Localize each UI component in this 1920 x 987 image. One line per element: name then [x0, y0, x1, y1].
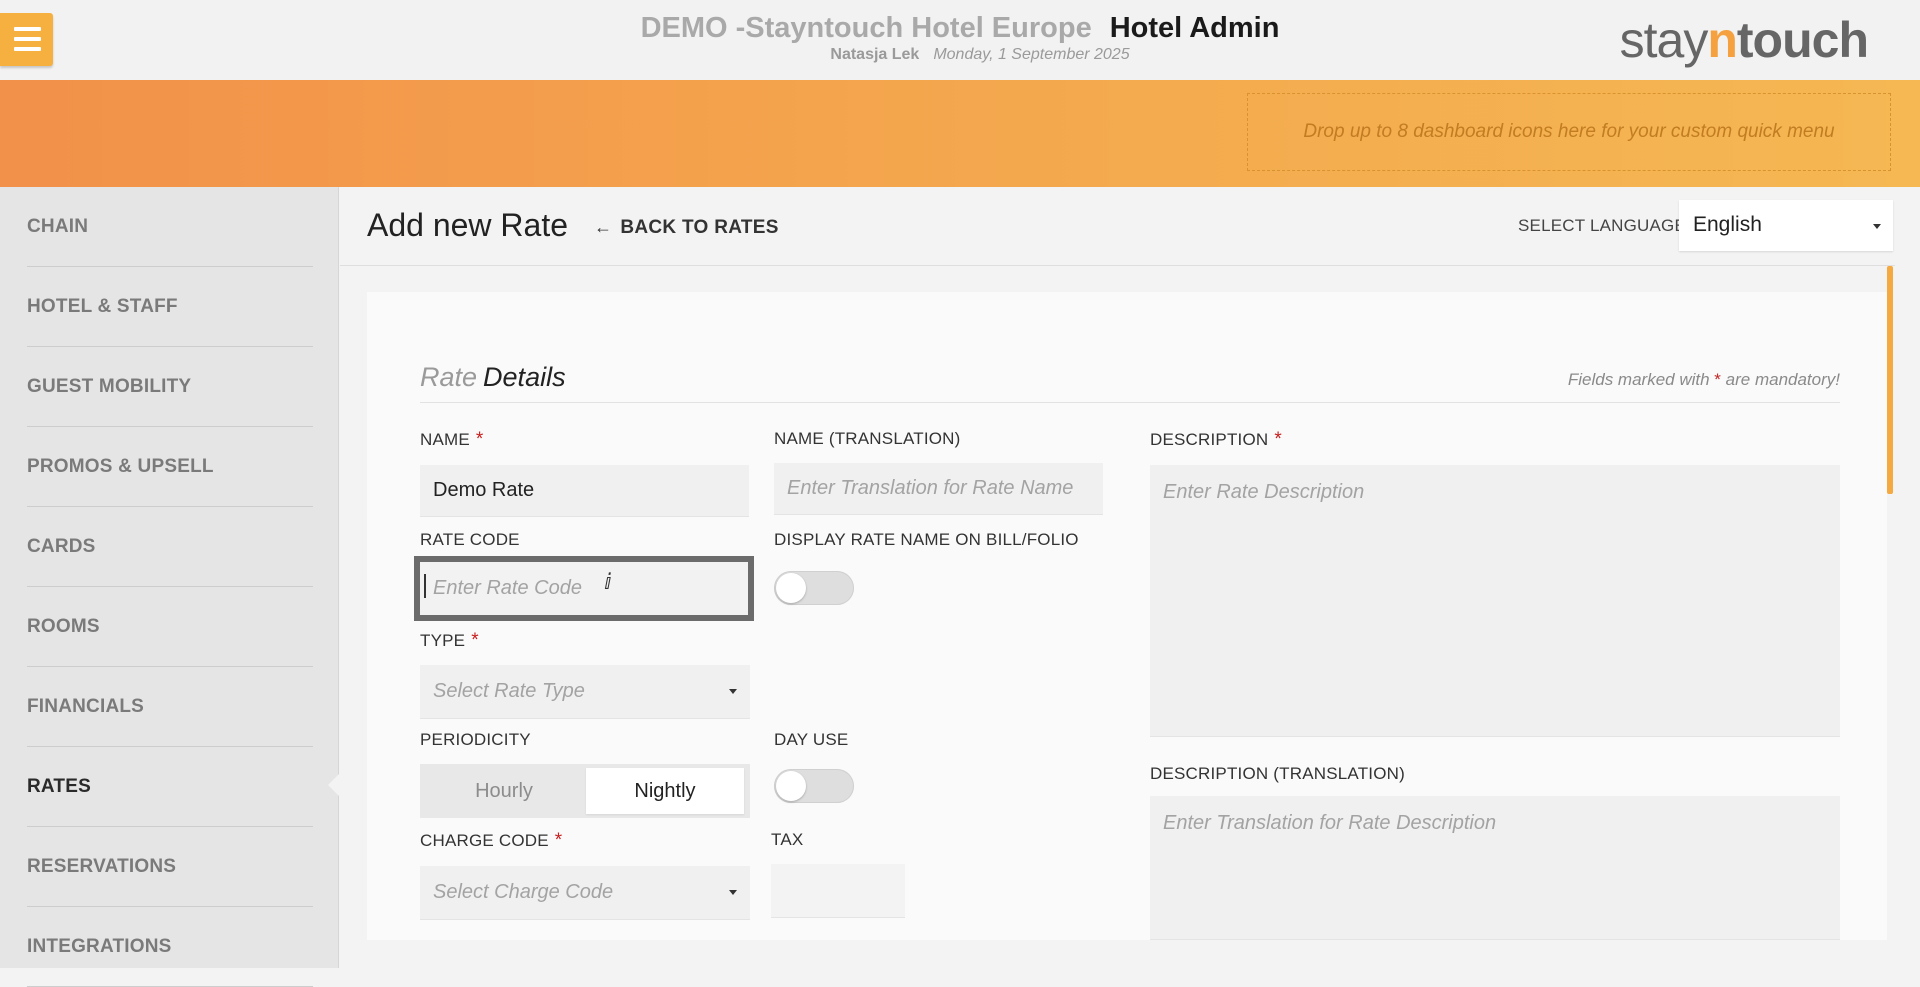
section-title: Rate Details: [420, 362, 566, 392]
sidebar-item-reservations[interactable]: RESERVATIONS: [27, 827, 313, 907]
page-header: Add new Rate ← BACK TO RATES SELECT LANGU…: [340, 187, 1895, 266]
chevron-down-icon: [1873, 224, 1881, 229]
description-translation-label: DESCRIPTION (TRANSLATION): [1150, 764, 1405, 783]
language-value: English: [1693, 213, 1762, 236]
charge-code-placeholder: Select Charge Code: [433, 881, 614, 903]
top-header: DEMO -Stayntouch Hotel Europe Hotel Admin…: [0, 0, 1920, 80]
day-use-toggle[interactable]: [774, 769, 854, 803]
rate-code-input[interactable]: Enter Rate Code ⅈ: [414, 556, 754, 621]
scrollbar[interactable]: [1887, 266, 1893, 494]
stayntouch-logo: stayntouch: [1619, 12, 1869, 68]
rate-type-select[interactable]: Select Rate Type: [420, 665, 750, 719]
rate-details-card: Rate Details Fields marked with * are man…: [367, 292, 1887, 940]
sidebar-item-cards[interactable]: CARDS: [27, 507, 313, 587]
sidebar-item-promos-upsell[interactable]: PROMOS & UPSELL: [27, 427, 313, 507]
periodicity-segmented-control: Hourly Nightly: [420, 764, 750, 818]
description-translation-textarea[interactable]: Enter Translation for Rate Description: [1150, 796, 1840, 940]
sidebar-item-rooms[interactable]: ROOMS: [27, 587, 313, 667]
name-translation-placeholder: Enter Translation for Rate Name: [787, 477, 1074, 499]
drop-zone-text: Drop up to 8 dashboard icons here for yo…: [1303, 121, 1835, 142]
current-date: Monday, 1 September 2025: [933, 46, 1130, 63]
display-rate-name-label: DISPLAY RATE NAME ON BILL/FOLIO: [774, 530, 1079, 549]
name-input[interactable]: Demo Rate: [420, 465, 749, 517]
select-language-label: SELECT LANGUAGE: [1518, 216, 1687, 235]
sidebar-item-financials[interactable]: FINANCIALS: [27, 667, 313, 747]
hotel-name: DEMO -Stayntouch Hotel Europe: [640, 12, 1092, 44]
user-name: Natasja Lek: [830, 46, 920, 63]
language-select[interactable]: English: [1679, 200, 1893, 251]
chevron-down-icon: [729, 689, 737, 694]
text-cursor: [424, 574, 426, 598]
description-translation-placeholder: Enter Translation for Rate Description: [1163, 812, 1497, 834]
periodicity-hourly[interactable]: Hourly: [424, 768, 584, 814]
name-translation-label: NAME (TRANSLATION): [774, 429, 961, 448]
sidebar-item-guest-mobility[interactable]: GUEST MOBILITY: [27, 347, 313, 427]
sidebar: CHAIN HOTEL & STAFF GUEST MOBILITY PROMO…: [0, 187, 339, 987]
periodicity-nightly[interactable]: Nightly: [586, 768, 744, 814]
rate-code-label: RATE CODE: [420, 530, 520, 549]
rate-type-placeholder: Select Rate Type: [433, 680, 585, 702]
divider: [420, 402, 1840, 403]
description-label: DESCRIPTION *: [1150, 429, 1282, 450]
name-value: Demo Rate: [433, 479, 535, 501]
back-to-rates-label: BACK TO RATES: [620, 217, 779, 238]
toggle-knob: [776, 573, 806, 603]
name-translation-input[interactable]: Enter Translation for Rate Name: [774, 463, 1103, 515]
sidebar-item-rates[interactable]: RATES: [27, 747, 313, 827]
charge-code-select[interactable]: Select Charge Code: [420, 866, 750, 920]
chevron-down-icon: [729, 890, 737, 895]
name-label: NAME *: [420, 429, 484, 450]
active-item-pointer: [328, 773, 340, 797]
charge-code-label: CHARGE CODE *: [420, 830, 563, 851]
sidebar-item-chain[interactable]: CHAIN: [27, 187, 313, 267]
sidebar-item-hotel-staff[interactable]: HOTEL & STAFF: [27, 267, 313, 347]
display-rate-name-toggle[interactable]: [774, 571, 854, 605]
back-to-rates-link[interactable]: ← BACK TO RATES: [594, 217, 779, 239]
day-use-label: DAY USE: [774, 730, 849, 749]
toggle-knob: [776, 771, 806, 801]
type-label: TYPE *: [420, 630, 479, 651]
ibeam-cursor-icon: ⅈ: [604, 570, 612, 595]
page-title: Add new Rate: [367, 207, 569, 243]
description-textarea[interactable]: Enter Rate Description: [1150, 465, 1840, 737]
description-placeholder: Enter Rate Description: [1163, 481, 1365, 503]
mandatory-note: Fields marked with * are mandatory!: [1567, 370, 1840, 389]
periodicity-label: PERIODICITY: [420, 730, 531, 749]
quick-menu-drop-zone[interactable]: Drop up to 8 dashboard icons here for yo…: [1247, 93, 1891, 171]
app-title: Hotel Admin: [1109, 12, 1280, 44]
rate-code-placeholder: Enter Rate Code: [433, 577, 582, 599]
arrow-left-icon: ←: [594, 217, 613, 237]
sidebar-item-integrations[interactable]: INTEGRATIONS: [27, 907, 313, 987]
tax-label: TAX: [771, 830, 804, 849]
tax-input[interactable]: [771, 864, 905, 918]
